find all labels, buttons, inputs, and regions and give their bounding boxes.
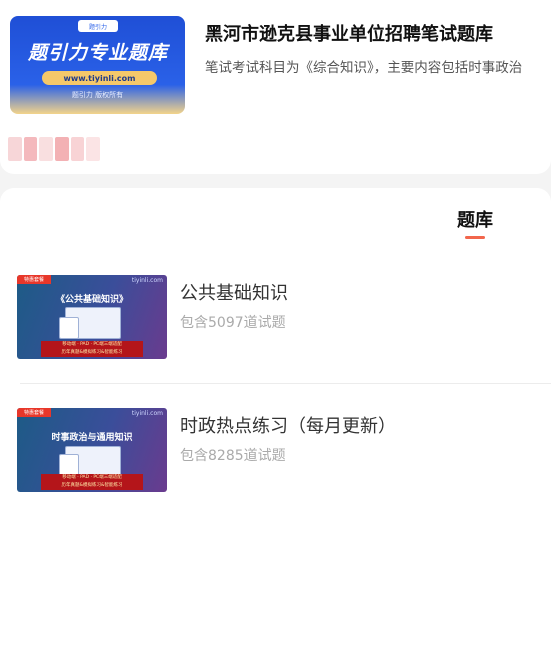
device-illustration-phone [59,454,79,476]
cover-brand-text: 题引力专业题库 [28,42,169,64]
tab-active-indicator [465,236,485,239]
header-card: 题引力 题引力专业题库 www.tiyinli.com 题引力 版权所有 黑河市… [0,0,551,174]
thumb-banner-line1: 移动端 · PAD · PC端三端适配 [62,475,122,480]
page-title: 黑河市逊克县事业单位招聘笔试题库 [205,24,493,45]
list-item[interactable]: 特惠套餐 tiyinli.com 《公共基础知识》 移动端 · PAD · PC… [0,265,551,375]
bank-title[interactable]: 公共基础知识 [180,279,288,305]
cover-image[interactable]: 题引力 题引力专业题库 www.tiyinli.com 题引力 版权所有 [10,16,185,114]
thumb-banner-line2: 历年真题&模拟练习&智能练习 [61,483,123,488]
cover-logo: 题引力 [78,20,118,32]
thumb-tag: 特惠套餐 [17,275,51,284]
bank-count: 包含5097道试题 [180,315,286,331]
thumb-site: tiyinli.com [131,410,163,417]
bank-thumbnail[interactable]: 特惠套餐 tiyinli.com 《公共基础知识》 移动端 · PAD · PC… [17,275,167,359]
tab-question-bank[interactable]: 题库 [440,206,510,232]
thumb-caption: 《公共基础知识》 [55,295,128,305]
thumb-banner-line1: 移动端 · PAD · PC端三端适配 [62,342,122,347]
bank-title[interactable]: 时政热点练习（每月更新） [180,412,396,438]
thumb-banner: 移动端 · PAD · PC端三端适配 历年真题&模拟练习&智能练习 [41,341,143,357]
thumb-tag: 特惠套餐 [17,408,51,417]
cover-copyright: 题引力 版权所有 [71,91,124,99]
thumb-banner: 移动端 · PAD · PC端三端适配 历年真题&模拟练习&智能练习 [41,474,143,490]
device-illustration-phone [59,317,79,339]
bank-count: 包含8285道试题 [180,448,286,464]
bank-thumbnail[interactable]: 特惠套餐 tiyinli.com 时事政治与通用知识 移动端 · PAD · P… [17,408,167,492]
thumb-site: tiyinli.com [131,277,163,284]
list-item[interactable]: 特惠套餐 tiyinli.com 时事政治与通用知识 移动端 · PAD · P… [0,398,551,508]
blurred-placeholder [8,137,101,161]
cover-url: www.tiyinli.com [42,71,157,85]
thumb-banner-line2: 历年真题&模拟练习&智能练习 [61,350,123,355]
thumb-caption: 时事政治与通用知识 [51,433,133,443]
page-description: 笔试考试科目为《综合知识》，主要内容包括时事政治 [205,60,523,76]
divider [20,383,551,384]
